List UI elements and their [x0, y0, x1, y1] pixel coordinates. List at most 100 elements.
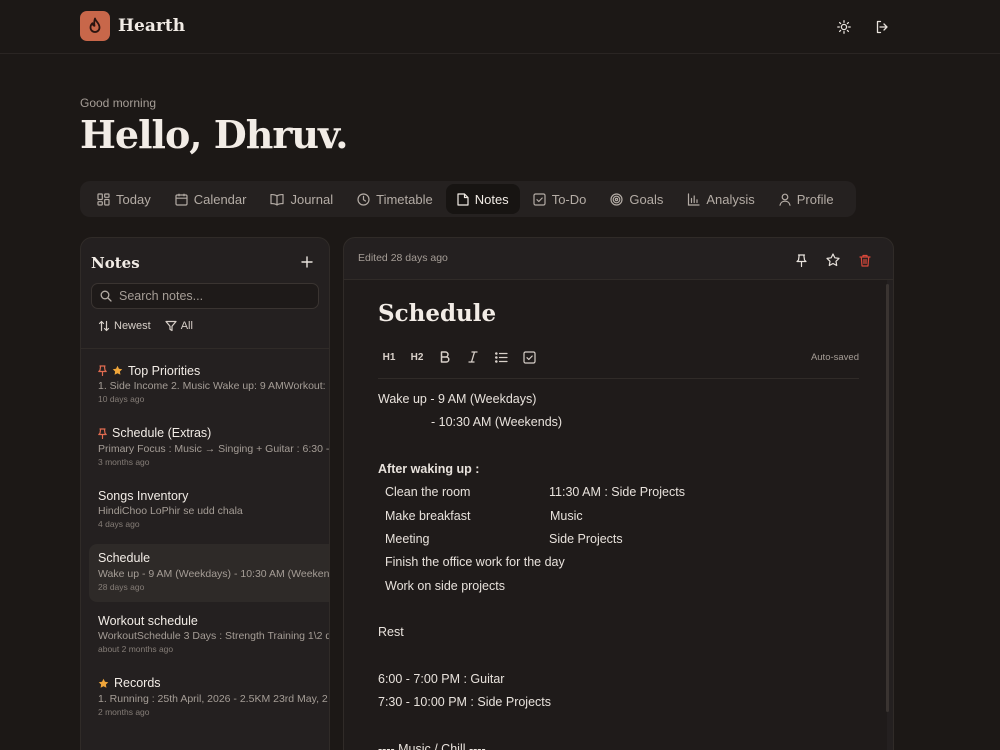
tab-today[interactable]: Today: [86, 184, 162, 214]
calendar-icon: [175, 193, 188, 206]
editor-scrollbar[interactable]: [886, 284, 889, 712]
note-snippet: 1. Side Income 2. Music Wake up: 9 AMWor…: [98, 380, 326, 392]
note-line: ---- Music / Chill ----: [378, 742, 486, 750]
tab-label: Today: [116, 191, 151, 207]
greeting-subtitle: Good morning: [80, 96, 157, 110]
theme-toggle-sun-icon[interactable]: [834, 17, 854, 37]
note-document[interactable]: Schedule H1 H2 Auto-saved Wake up - 9 AM…: [344, 280, 887, 750]
heading2-button[interactable]: H2: [408, 348, 426, 366]
app-name: Hearth: [118, 16, 186, 36]
divider: [81, 348, 329, 349]
note-list-item[interactable]: Records 1. Running : 25th April, 2026 - …: [89, 669, 329, 727]
note-line: Meeting: [385, 532, 430, 546]
star-outline-icon[interactable]: [823, 250, 843, 270]
bullet-list-icon[interactable]: [492, 348, 510, 366]
tab-label: Journal: [290, 191, 334, 207]
note-line: Clean the room: [385, 485, 471, 499]
tab-goals[interactable]: Goals: [599, 184, 674, 214]
heading1-label: H1: [382, 351, 396, 363]
tab-label: Timetable: [376, 191, 433, 207]
note-line: Side Projects: [549, 532, 623, 546]
filter-all-button[interactable]: All: [165, 320, 193, 332]
checklist-icon[interactable]: [520, 348, 538, 366]
book-icon: [270, 193, 285, 206]
note-line: Finish the office work for the day: [385, 555, 565, 569]
note-line: 6:00 - 7:00 PM : Guitar: [378, 672, 505, 686]
note-title-heading[interactable]: Schedule: [378, 300, 496, 327]
note-list-item[interactable]: Workout schedule WorkoutSchedule 3 Days …: [89, 606, 329, 664]
edited-timestamp: Edited 28 days ago: [358, 252, 448, 264]
italic-icon[interactable]: [464, 348, 482, 366]
note-line: Wake up - 9 AM (Weekdays): [378, 392, 537, 406]
note-line: 7:30 - 10:00 PM : Side Projects: [378, 695, 552, 709]
search-icon: [100, 290, 112, 302]
filter-label: All: [180, 320, 193, 332]
note-timestamp: 4 days ago: [98, 519, 140, 530]
pin-icon: [98, 365, 107, 376]
notes-list-panel: Notes Newest All Top Priorities 1. Side …: [80, 237, 330, 750]
tab-notes[interactable]: Notes: [445, 184, 520, 214]
note-list-item[interactable]: Songs Inventory HindiChoo LoPhir se udd …: [89, 481, 329, 539]
tab-journal[interactable]: Journal: [259, 184, 344, 214]
tab-label: To-Do: [551, 191, 587, 207]
sort-newest-button[interactable]: Newest: [98, 320, 151, 332]
target-icon: [610, 192, 623, 206]
tab-calendar[interactable]: Calendar: [164, 184, 258, 214]
search-input[interactable]: [119, 289, 309, 303]
tab-analysis[interactable]: Analysis: [676, 184, 765, 214]
add-note-plus-icon[interactable]: [297, 252, 317, 272]
note-timestamp: about 2 months ago: [98, 644, 174, 655]
tab-profile[interactable]: Profile: [768, 184, 845, 214]
note-line: After waking up :: [378, 462, 480, 476]
flame-logo-icon: [80, 11, 110, 41]
note-icon: [457, 192, 469, 206]
note-line: Music: [550, 509, 583, 523]
note-editor-panel: Edited 28 days ago Schedule H1 H2 Auto-s…: [343, 237, 894, 750]
pin-note-icon[interactable]: [791, 250, 811, 270]
note-list-item[interactable]: Top Priorities 1. Side Income 2. Music W…: [89, 356, 329, 414]
note-list-item[interactable]: Schedule (Extras) Primary Focus : Music …: [89, 419, 330, 477]
note-snippet: 1. Running : 25th April, 2026 - 2.5KM 23…: [98, 692, 328, 705]
note-line: Work on side projects: [385, 579, 505, 593]
bold-icon[interactable]: [436, 348, 454, 366]
note-title: Top Priorities: [128, 363, 201, 378]
tab-label: Goals: [629, 191, 664, 207]
note-title: Schedule: [98, 551, 151, 566]
note-line: - 10:30 AM (Weekends): [431, 415, 563, 429]
search-notes-field[interactable]: [91, 283, 319, 309]
sort-arrows-icon: [98, 320, 110, 332]
delete-trash-icon[interactable]: [855, 250, 875, 270]
tab-label: Profile: [796, 191, 834, 207]
logout-icon[interactable]: [872, 17, 892, 37]
autosave-status: Auto-saved: [810, 352, 859, 363]
note-snippet: Primary Focus : Music → Singing + Guitar…: [98, 442, 330, 455]
note-timestamp: 28 days ago: [98, 581, 145, 592]
note-line: Make breakfast: [385, 509, 471, 523]
sort-label: Newest: [114, 320, 151, 332]
star-filled-icon: [98, 678, 109, 688]
note-list-item-selected[interactable]: Schedule Wake up - 9 AM (Weekdays) - 10:…: [89, 543, 330, 602]
tab-label: Calendar: [193, 191, 247, 207]
note-timestamp: 2 months ago: [98, 706, 150, 717]
notes-panel-title: Notes: [91, 254, 140, 272]
main-tabs: Today Calendar Journal Timetable Notes T…: [80, 181, 856, 217]
filter-funnel-icon: [165, 320, 177, 332]
grid-icon: [97, 192, 110, 206]
note-line: Rest: [378, 625, 404, 639]
pin-icon: [98, 427, 107, 439]
notes-list: Top Priorities 1. Side Income 2. Music W…: [89, 356, 330, 732]
tab-timetable[interactable]: Timetable: [346, 184, 444, 214]
user-icon: [779, 193, 791, 206]
note-line: 11:30 AM : Side Projects: [549, 485, 685, 499]
checkbox-icon: [533, 192, 546, 206]
heading1-button[interactable]: H1: [380, 348, 398, 366]
clock-icon: [357, 192, 370, 206]
brand[interactable]: Hearth: [80, 11, 185, 41]
tab-todo[interactable]: To-Do: [522, 184, 598, 214]
note-title: Records: [114, 676, 161, 691]
note-title: Songs Inventory: [98, 488, 189, 503]
tab-label: Notes: [474, 191, 509, 207]
note-snippet: Wake up - 9 AM (Weekdays) - 10:30 AM (We…: [98, 567, 330, 580]
formatting-toolbar: H1 H2: [380, 348, 538, 366]
note-timestamp: 3 months ago: [98, 456, 150, 467]
